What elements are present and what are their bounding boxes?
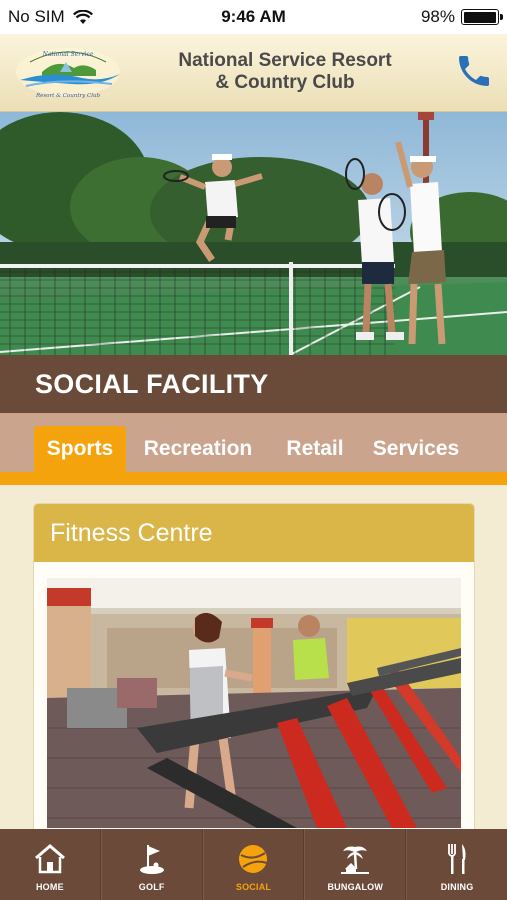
club-name-line1: National Service Resort bbox=[178, 50, 392, 71]
nav-dining-label: DINING bbox=[440, 882, 474, 892]
nav-home-label: HOME bbox=[35, 882, 64, 892]
app-header: National Service Resort & Country Club N… bbox=[0, 34, 507, 112]
nav-home[interactable]: HOME bbox=[0, 829, 101, 900]
tab-sports[interactable]: Sports bbox=[34, 426, 126, 472]
gym-photo bbox=[47, 578, 461, 828]
nav-bungalow-label: BUNGALOW bbox=[327, 882, 384, 892]
bottom-navigation: HOME GOLF SOCIAL BUNGALOW DINING bbox=[0, 829, 507, 900]
club-name-line2: & Country Club bbox=[215, 72, 355, 93]
tab-retail[interactable]: Retail bbox=[276, 426, 354, 472]
tab-services[interactable]: Services bbox=[362, 426, 470, 472]
bungalow-palm-icon bbox=[338, 842, 372, 876]
nav-bungalow[interactable]: BUNGALOW bbox=[304, 829, 407, 900]
club-logo: National Service Resort & Country Club bbox=[16, 48, 120, 99]
category-tabs: Sports Recreation Retail Services bbox=[0, 413, 507, 485]
nav-dining[interactable]: DINING bbox=[406, 829, 507, 900]
fork-knife-icon bbox=[440, 842, 474, 876]
facility-image bbox=[47, 578, 461, 828]
golf-flag-icon bbox=[135, 842, 169, 876]
status-bar: No SIM 9:46 AM 98% bbox=[0, 0, 507, 34]
app-screen: No SIM 9:46 AM 98% National Service Reso… bbox=[0, 0, 507, 900]
call-button[interactable] bbox=[451, 48, 497, 94]
battery-icon bbox=[461, 9, 503, 25]
battery-status: 98% bbox=[420, 7, 503, 27]
battery-percent: 98% bbox=[420, 7, 455, 26]
home-icon bbox=[33, 842, 67, 876]
facility-card-title: Fitness Centre bbox=[34, 504, 474, 562]
nav-golf-label: GOLF bbox=[138, 882, 165, 892]
svg-text:National Service: National Service bbox=[42, 51, 94, 58]
nav-social[interactable]: SOCIAL bbox=[202, 829, 305, 900]
section-title: SOCIAL FACILITY bbox=[0, 355, 507, 413]
nav-golf[interactable]: GOLF bbox=[100, 829, 203, 900]
svg-text:Resort & Country Club: Resort & Country Club bbox=[35, 93, 101, 99]
hero-image bbox=[0, 112, 507, 355]
battery-fill bbox=[463, 11, 496, 23]
tab-recreation[interactable]: Recreation bbox=[132, 426, 264, 472]
facility-card[interactable]: Fitness Centre bbox=[33, 503, 475, 843]
club-name: National Service Resort & Country Club bbox=[140, 50, 430, 94]
tennis-court-photo bbox=[0, 112, 507, 355]
nav-social-label: SOCIAL bbox=[235, 882, 272, 892]
phone-icon bbox=[459, 56, 489, 86]
social-ball-icon bbox=[236, 842, 270, 876]
